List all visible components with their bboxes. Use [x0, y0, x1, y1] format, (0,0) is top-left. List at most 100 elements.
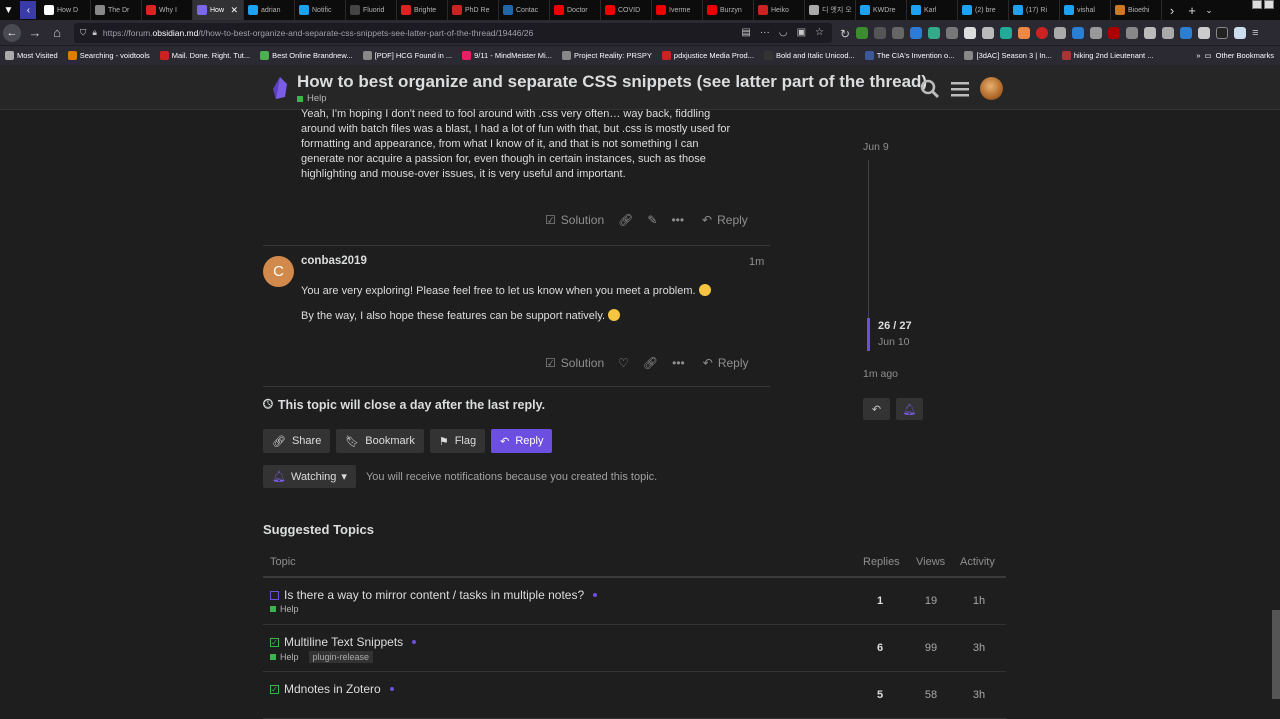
- browser-tab[interactable]: Why I: [142, 0, 193, 20]
- column-header-replies[interactable]: Replies: [863, 556, 900, 568]
- share-button[interactable]: 🔗︎ Share: [263, 429, 331, 453]
- extension-icon[interactable]: [1126, 26, 1139, 39]
- topic-title-link[interactable]: Is there a way to mirror content / tasks…: [270, 588, 598, 602]
- topic-title-link[interactable]: ✓ Multiline Text Snippets: [270, 635, 417, 649]
- chevron-right-icon[interactable]: »: [1196, 51, 1200, 60]
- more-icon[interactable]: •••: [671, 213, 684, 227]
- reply-button[interactable]: ↶ Reply: [703, 356, 749, 370]
- row-category[interactable]: Help: [270, 604, 299, 614]
- timeline-notification-button[interactable]: 🔔︎: [896, 398, 923, 420]
- bookmark-item[interactable]: Searching - voidtools: [63, 51, 155, 60]
- column-header-views[interactable]: Views: [916, 556, 945, 568]
- bookmark-item[interactable]: 9/11 - MindMeister Mi...: [457, 51, 557, 60]
- flag-button[interactable]: ⚑ Flag: [429, 429, 486, 453]
- adblock-icon[interactable]: [1036, 26, 1049, 39]
- close-tab-icon[interactable]: ✕: [230, 5, 238, 16]
- post-author-name[interactable]: conbas2019: [301, 255, 367, 267]
- hamburger-menu-icon[interactable]: [950, 80, 970, 98]
- reply-button-primary[interactable]: ↶ Reply: [491, 429, 553, 453]
- browser-tab[interactable]: Burzyn: [703, 0, 754, 20]
- bookmark-item[interactable]: [PDF] HCG Found in ...: [358, 51, 458, 60]
- pocket-icon[interactable]: ◡: [779, 27, 788, 38]
- more-icon[interactable]: •••: [672, 356, 685, 370]
- extension-icon[interactable]: [1000, 26, 1013, 39]
- row-activity[interactable]: 3h: [959, 642, 999, 654]
- lock-icon[interactable]: 🔒︎: [92, 27, 97, 38]
- extension-icon[interactable]: [1054, 26, 1067, 39]
- window-maximize-icon[interactable]: [1264, 0, 1274, 9]
- timeline-start-date[interactable]: Jun 9: [863, 141, 889, 153]
- tab-list-icon[interactable]: ⌄: [1202, 5, 1216, 16]
- new-tab-icon[interactable]: +: [1182, 3, 1202, 18]
- topic-title-link[interactable]: ✓ Mdnotes in Zotero: [270, 682, 394, 696]
- browser-tab[interactable]: KWDre: [856, 0, 907, 20]
- bookmark-item[interactable]: pdxjustice Media Prod...: [657, 51, 759, 60]
- browser-tab[interactable]: The Dr: [91, 0, 142, 20]
- ublock-icon[interactable]: [1108, 26, 1121, 39]
- browser-tab[interactable]: How ✕: [193, 0, 244, 20]
- link-icon[interactable]: 🔗︎: [643, 356, 658, 370]
- save-icon[interactable]: ▣: [797, 27, 806, 38]
- extension-icon[interactable]: [1198, 26, 1211, 39]
- bookmark-item[interactable]: Most Visited: [0, 51, 63, 60]
- extension-icon[interactable]: [1144, 26, 1157, 39]
- extension-icon[interactable]: [928, 26, 941, 39]
- browser-tab[interactable]: (17) Ri: [1009, 0, 1060, 20]
- browser-tab[interactable]: (2) bre: [958, 0, 1009, 20]
- row-activity[interactable]: 3h: [959, 689, 999, 701]
- window-minimize-icon[interactable]: [1252, 0, 1262, 9]
- table-row[interactable]: ✓ Multiline Text Snippets Help plugin-rele…: [263, 626, 1006, 672]
- browser-tab[interactable]: Iverme: [652, 0, 703, 20]
- back-icon[interactable]: ←: [3, 23, 21, 42]
- extension-icon[interactable]: [946, 26, 959, 39]
- edit-icon[interactable]: ✎: [647, 213, 657, 227]
- browser-tab[interactable]: Fluorid: [346, 0, 397, 20]
- solution-button[interactable]: ☑ Solution: [545, 213, 604, 227]
- browser-tab[interactable]: COVID: [601, 0, 652, 20]
- bookmark-item[interactable]: [3dAC] Season 3 | In...: [959, 51, 1056, 60]
- bookmark-item[interactable]: Project Reality: PRSPY: [557, 51, 657, 60]
- column-header-activity[interactable]: Activity: [960, 556, 995, 568]
- post-time[interactable]: 1m: [749, 256, 764, 268]
- table-row[interactable]: Is there a way to mirror content / tasks…: [263, 579, 1006, 625]
- like-heart-icon[interactable]: ♡: [618, 356, 629, 370]
- browser-tab[interactable]: Notific: [295, 0, 346, 20]
- address-bar[interactable]: ⛉ 🔒︎ https://forum.obsidian.md/t/how-to-…: [74, 22, 832, 43]
- home-icon[interactable]: ⌂: [46, 25, 68, 40]
- watching-dropdown[interactable]: 🔔︎ Watching ▾: [263, 465, 356, 488]
- extension-icon[interactable]: [982, 26, 995, 39]
- extension-icon[interactable]: [1234, 26, 1247, 39]
- browser-tab[interactable]: Karl: [907, 0, 958, 20]
- reload-icon[interactable]: ↻: [840, 27, 850, 41]
- timeline-handle[interactable]: [867, 318, 870, 351]
- extension-icon[interactable]: [964, 26, 977, 39]
- menu-icon[interactable]: ≡: [1252, 27, 1258, 39]
- firefox-menu-icon[interactable]: ▼: [4, 5, 14, 16]
- browser-tab[interactable]: How D: [40, 0, 91, 20]
- scrollbar-thumb[interactable]: [1272, 610, 1280, 699]
- bookmark-item[interactable]: Mail. Done. Right. Tut...: [155, 51, 255, 60]
- browser-tab[interactable]: PhD Re: [448, 0, 499, 20]
- forward-icon[interactable]: →: [24, 25, 46, 40]
- browser-tab[interactable]: Contac: [499, 0, 550, 20]
- tab-scroll-left-icon[interactable]: ‹: [20, 1, 37, 19]
- browser-tab[interactable]: Bioethi: [1111, 0, 1162, 20]
- bookmark-item[interactable]: Best Online Brandnew...: [255, 51, 357, 60]
- extension-icon[interactable]: [1162, 26, 1175, 39]
- row-activity[interactable]: 1h: [959, 595, 999, 607]
- bookmark-button[interactable]: 🔖︎ Bookmark: [336, 429, 424, 453]
- user-avatar[interactable]: [980, 77, 1003, 100]
- search-icon[interactable]: [920, 79, 940, 99]
- topic-title[interactable]: How to best organize and separate CSS sn…: [297, 72, 927, 92]
- other-bookmarks[interactable]: » ▭ Other Bookmarks: [1196, 51, 1280, 60]
- row-tag[interactable]: plugin-release: [308, 651, 374, 663]
- extension-icon[interactable]: [1072, 26, 1085, 39]
- bookmark-item[interactable]: hiking 2nd Lieutenant ...: [1057, 51, 1159, 60]
- browser-tab[interactable]: Doctor: [550, 0, 601, 20]
- tab-scroll-right-icon[interactable]: ›: [1162, 3, 1182, 18]
- library-icon[interactable]: [892, 26, 905, 39]
- extension-icon[interactable]: [1180, 26, 1193, 39]
- bookmark-item[interactable]: Bold and Italic Unicod...: [759, 51, 860, 60]
- download-icon[interactable]: [856, 26, 869, 39]
- extension-icon[interactable]: [1090, 26, 1103, 39]
